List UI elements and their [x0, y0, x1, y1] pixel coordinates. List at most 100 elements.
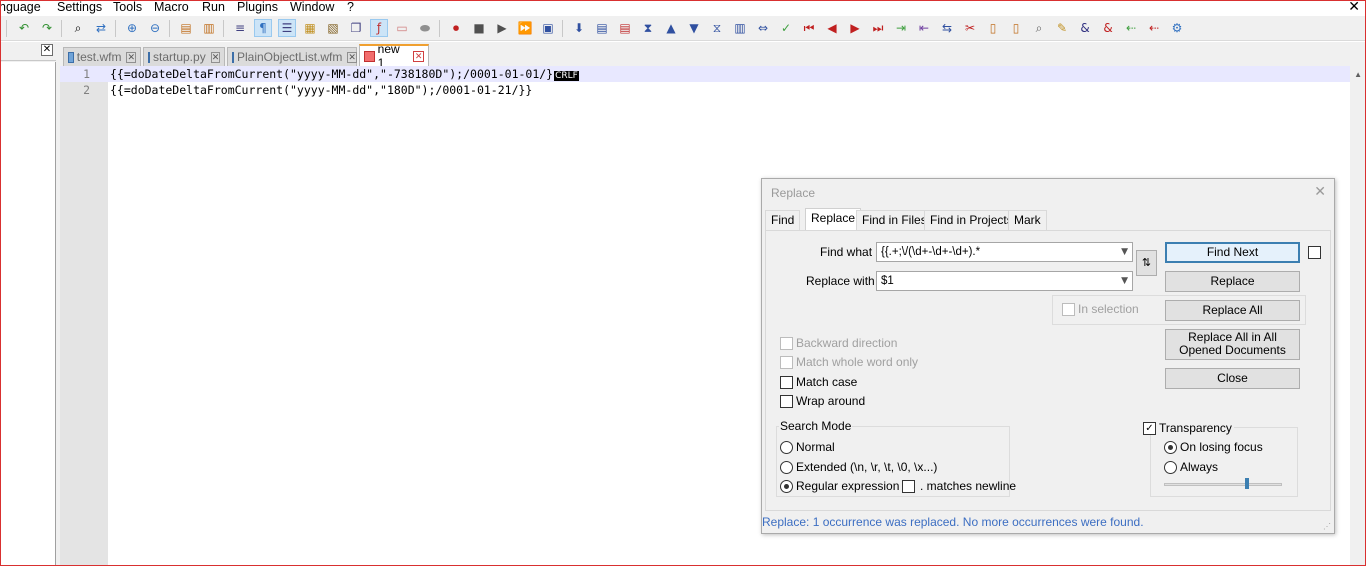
- edit-icon[interactable]: ✎: [1053, 19, 1071, 37]
- wrap-around-checkbox[interactable]: Wrap around: [780, 394, 865, 408]
- tag-icon[interactable]: ⇠: [1122, 19, 1140, 37]
- import-icon[interactable]: ⇤: [915, 19, 933, 37]
- scroll-up-icon[interactable]: ▲: [1354, 70, 1362, 79]
- sync-horizontal-icon[interactable]: ▥: [200, 19, 218, 37]
- word-wrap-icon[interactable]: ≡: [231, 19, 249, 37]
- zoom-in-icon[interactable]: ⊕: [123, 19, 141, 37]
- play-icon[interactable]: ▶: [493, 19, 511, 37]
- doc2-icon[interactable]: ▯: [1007, 19, 1025, 37]
- regex-radio[interactable]: Regular expression: [780, 479, 899, 493]
- tab-find[interactable]: Find: [765, 210, 801, 230]
- line-text[interactable]: {{=doDateDeltaFromCurrent("yyyy-MM-dd","…: [110, 82, 532, 98]
- tab-replace[interactable]: Replace: [805, 208, 862, 230]
- collapse-icon[interactable]: ⧗: [639, 19, 657, 37]
- clear-icon[interactable]: ✂: [961, 19, 979, 37]
- close-icon[interactable]: ✕: [126, 51, 136, 63]
- replace-with-input[interactable]: $1 ▼: [876, 271, 1133, 291]
- user-defined-language-icon[interactable]: ▦: [301, 19, 319, 37]
- tab-find-in-projects[interactable]: Find in Projects: [924, 210, 1019, 230]
- replace-all-opened-button[interactable]: Replace All in All Opened Documents: [1165, 329, 1300, 360]
- extended-radio[interactable]: Extended (\n, \r, \t, \0, \x...): [780, 460, 937, 474]
- zoom-out-icon[interactable]: ⊖: [146, 19, 164, 37]
- record-button-icon[interactable]: ⏺: [447, 19, 465, 37]
- bookmark-icon[interactable]: ⬇: [570, 19, 588, 37]
- list-icon[interactable]: ▤: [593, 19, 611, 37]
- editor-line[interactable]: 1 {{=doDateDeltaFromCurrent("yyyy-MM-dd"…: [60, 66, 1350, 82]
- settings-icon[interactable]: ⚙: [1168, 19, 1186, 37]
- matches-newline-checkbox[interactable]: . matches newline: [902, 479, 1016, 493]
- menu-macro[interactable]: Macro: [154, 0, 189, 14]
- match-case-checkbox[interactable]: Match case: [780, 375, 857, 389]
- next-icon[interactable]: ▶: [846, 19, 864, 37]
- in-selection-checkbox[interactable]: In selection: [1062, 302, 1139, 316]
- undo-icon[interactable]: ↶: [15, 19, 33, 37]
- transparency-slider-thumb[interactable]: [1244, 478, 1249, 489]
- window-close-icon[interactable]: ✕: [1348, 0, 1360, 13]
- close-icon[interactable]: ✕: [347, 51, 357, 63]
- on-losing-focus-radio[interactable]: On losing focus: [1164, 440, 1263, 454]
- swap-strings-button[interactable]: ⇅: [1136, 250, 1157, 276]
- replace-icon[interactable]: ⇄: [92, 19, 110, 37]
- find-icon[interactable]: ⌕: [69, 19, 87, 37]
- record-macro-icon[interactable]: ⬬: [416, 19, 434, 37]
- replace-all-button[interactable]: Replace All: [1165, 300, 1300, 321]
- normal-radio[interactable]: Normal: [780, 440, 835, 454]
- menu-help[interactable]: ?: [347, 0, 354, 14]
- export-icon[interactable]: ⇥: [892, 19, 910, 37]
- save-macro-icon[interactable]: ▣: [539, 19, 557, 37]
- close-icon[interactable]: ✕: [210, 51, 221, 63]
- ampersand-cancel-icon[interactable]: &: [1099, 19, 1117, 37]
- show-all-characters-icon[interactable]: ¶: [254, 19, 272, 37]
- check-icon[interactable]: ✓: [777, 19, 795, 37]
- doc-search-icon[interactable]: ⌕: [1030, 19, 1048, 37]
- menu-tools[interactable]: Tools: [113, 0, 142, 14]
- find-next-checkbox[interactable]: [1308, 246, 1321, 259]
- close-button[interactable]: Close: [1165, 368, 1300, 389]
- ampersand-icon[interactable]: &: [1076, 19, 1094, 37]
- menu-settings[interactable]: Settings: [57, 0, 102, 14]
- columns-icon[interactable]: ▥: [731, 19, 749, 37]
- expand-icon[interactable]: ⧖: [708, 19, 726, 37]
- prev-icon[interactable]: ◀: [823, 19, 841, 37]
- list-close-icon[interactable]: ▤: [616, 19, 634, 37]
- sync-vertical-icon[interactable]: ▤: [177, 19, 195, 37]
- whole-word-checkbox[interactable]: Match whole word only: [780, 355, 918, 369]
- monitoring-icon[interactable]: ▭: [393, 19, 411, 37]
- tag-cancel-icon[interactable]: ⇠: [1145, 19, 1163, 37]
- menu-window[interactable]: Window: [290, 0, 334, 14]
- chevron-down-icon[interactable]: ▼: [1121, 243, 1128, 261]
- tab-startup-py[interactable]: startup.py ✕: [143, 47, 225, 66]
- chevron-down-icon[interactable]: ▼: [1121, 272, 1128, 290]
- tab-new-1[interactable]: new 1 ✕: [359, 42, 429, 70]
- sync-icon[interactable]: ⇆: [938, 19, 956, 37]
- find-next-button[interactable]: Find Next: [1165, 242, 1300, 263]
- menu-plugins[interactable]: Plugins: [237, 0, 278, 14]
- find-what-input[interactable]: {{.+;\/(\d+-\d+-\d+).* ▼: [876, 242, 1133, 262]
- always-radio[interactable]: Always: [1164, 460, 1218, 474]
- up-icon[interactable]: ▲: [662, 19, 680, 37]
- indent-guide-icon[interactable]: ☰: [278, 19, 296, 37]
- panel-close-icon[interactable]: ✕: [41, 44, 53, 56]
- transparency-checkbox[interactable]: ✓ Transparency: [1143, 421, 1234, 435]
- transparency-slider[interactable]: [1164, 483, 1282, 486]
- first-icon[interactable]: ⏮: [800, 19, 818, 37]
- dialog-close-icon[interactable]: ✕: [1314, 184, 1326, 200]
- function-list-icon[interactable]: ❐: [347, 19, 365, 37]
- vertical-scrollbar[interactable]: ▲: [1350, 66, 1366, 566]
- backward-direction-checkbox[interactable]: Backward direction: [780, 336, 897, 350]
- editor-line[interactable]: 2 {{=doDateDeltaFromCurrent("yyyy-MM-dd"…: [60, 82, 1350, 98]
- stop-icon[interactable]: ■: [470, 19, 488, 37]
- doc-icon[interactable]: ▯: [984, 19, 1002, 37]
- redo-icon[interactable]: ↷: [38, 19, 56, 37]
- close-icon[interactable]: ✕: [413, 50, 425, 62]
- play-multiple-icon[interactable]: ⏩: [516, 19, 534, 37]
- last-icon[interactable]: ⏭: [869, 19, 887, 37]
- document-map-icon[interactable]: ▧: [324, 19, 342, 37]
- replace-button[interactable]: Replace: [1165, 271, 1300, 292]
- down-icon[interactable]: ▼: [685, 19, 703, 37]
- tab-plainobjectlist-wfm[interactable]: PlainObjectList.wfm ✕: [227, 47, 357, 66]
- tab-find-in-files[interactable]: Find in Files: [856, 210, 933, 230]
- menu-language[interactable]: nguage: [0, 0, 41, 14]
- tab-mark[interactable]: Mark: [1008, 210, 1047, 230]
- resize-grip-icon[interactable]: ⋰: [1323, 522, 1331, 531]
